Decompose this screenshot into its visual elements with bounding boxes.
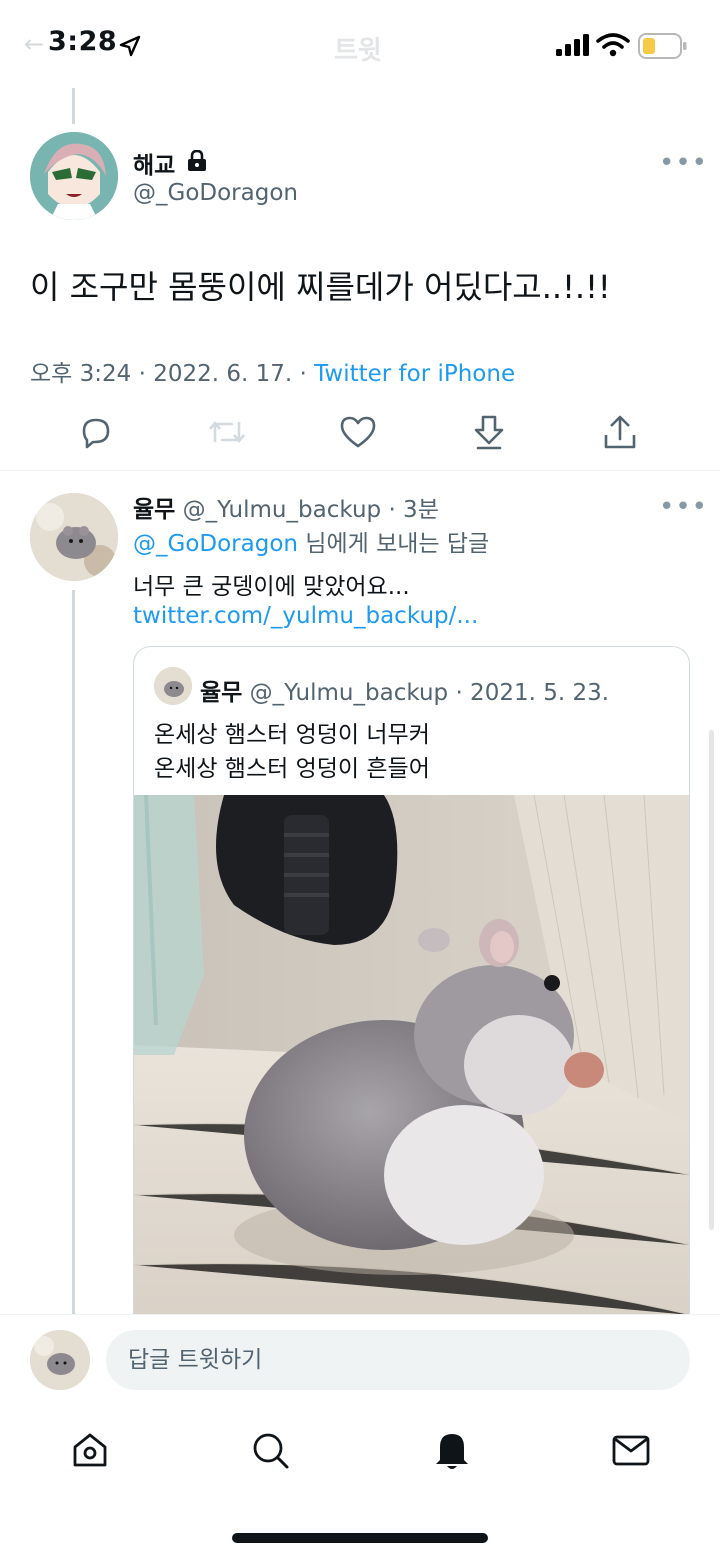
quote-meta: @_Yulmu_backup · 2021. 5. 23.	[242, 680, 610, 706]
home-indicator	[232, 1533, 488, 1543]
location-arrow-icon	[119, 35, 141, 57]
quote-photo[interactable]	[134, 795, 689, 1365]
like-icon	[340, 416, 376, 448]
display-name[interactable]: 해교	[133, 146, 175, 180]
nav-title: 트윗	[334, 36, 382, 66]
bookmark-button[interactable]	[469, 412, 509, 452]
signal-icon	[556, 34, 589, 56]
avatar[interactable]	[30, 132, 118, 220]
back-arrow-icon[interactable]: ←	[24, 30, 44, 58]
quote-display-name: 율무	[200, 680, 243, 706]
hamster-avatar-icon	[30, 1330, 90, 1390]
reply-button[interactable]	[76, 412, 116, 452]
reply-input[interactable]	[106, 1330, 690, 1390]
replying-mention[interactable]: @_GoDoragon	[133, 531, 298, 557]
reply-more-options-icon[interactable]: •••	[659, 492, 708, 522]
share-icon	[604, 415, 636, 449]
status-time: 3:28	[48, 26, 118, 57]
home-icon	[73, 1433, 107, 1467]
reply-header: 율무 @_Yulmu_backup · 3분	[133, 490, 439, 524]
tweet-text: 이 조구만 몸뚱이에 찌를데가 어딨다고..!.!!	[30, 268, 611, 306]
tab-home[interactable]	[68, 1428, 112, 1472]
reply-link[interactable]: twitter.com/_yulmu_backup/...	[133, 603, 478, 629]
messages-icon	[612, 1435, 650, 1466]
notifications-icon	[436, 1434, 468, 1469]
thread-line	[72, 590, 75, 1314]
replying-to: @_GoDoragon 님에게 보내는 답글	[133, 524, 489, 558]
avatar-illustration-icon	[30, 132, 118, 220]
tweet-timestamp: 오후 3:24 · 2022. 6. 17. ·	[30, 361, 315, 387]
more-options-icon[interactable]: •••	[659, 148, 708, 178]
battery-icon	[638, 33, 687, 59]
reply-display-name[interactable]: 율무	[133, 497, 175, 523]
tweet-source-link[interactable]: Twitter for iPhone	[314, 361, 515, 387]
reply-avatar[interactable]	[30, 493, 118, 581]
quote-text-line: 온세상 햄스터 엉덩이 흔들어	[154, 756, 430, 782]
hamster-photo	[134, 795, 689, 1365]
lock-icon	[188, 150, 206, 171]
quoted-tweet-card[interactable]: 율무 @_Yulmu_backup · 2021. 5. 23. 온세상 햄스터…	[133, 646, 690, 1366]
tweet-meta: 오후 3:24 · 2022. 6. 17. · Twitter for iPh…	[30, 354, 515, 388]
replying-suffix: 님에게 보내는 답글	[297, 531, 490, 557]
tab-search[interactable]	[248, 1428, 292, 1472]
reply-icon	[82, 418, 110, 449]
handle[interactable]: @_GoDoragon	[133, 180, 298, 206]
share-button[interactable]	[600, 412, 640, 452]
hamster-avatar-icon	[154, 667, 192, 705]
wifi-icon	[596, 33, 630, 57]
like-button[interactable]	[338, 412, 378, 452]
retweet-button[interactable]	[207, 412, 247, 452]
composer-avatar	[30, 1330, 90, 1390]
display-name-text: 해교	[133, 153, 176, 179]
search-icon	[253, 1433, 289, 1469]
divider	[0, 470, 720, 471]
tab-messages[interactable]	[609, 1428, 653, 1472]
retweet-icon	[209, 420, 245, 444]
tab-notifications[interactable]	[430, 1428, 474, 1472]
hamster-avatar-icon	[30, 493, 118, 581]
thread-line	[72, 88, 75, 124]
quote-text-line: 온세상 햄스터 엉덩이 너무커	[154, 722, 430, 748]
bookmark-icon	[474, 415, 504, 450]
quote-header: 율무 @_Yulmu_backup · 2021. 5. 23.	[200, 673, 609, 707]
reply-text: 너무 큰 궁뎅이에 맞았어요...	[133, 574, 410, 600]
scrollbar[interactable]	[709, 730, 714, 1230]
quote-avatar	[154, 667, 192, 705]
reply-meta: @_Yulmu_backup · 3분	[175, 497, 439, 523]
